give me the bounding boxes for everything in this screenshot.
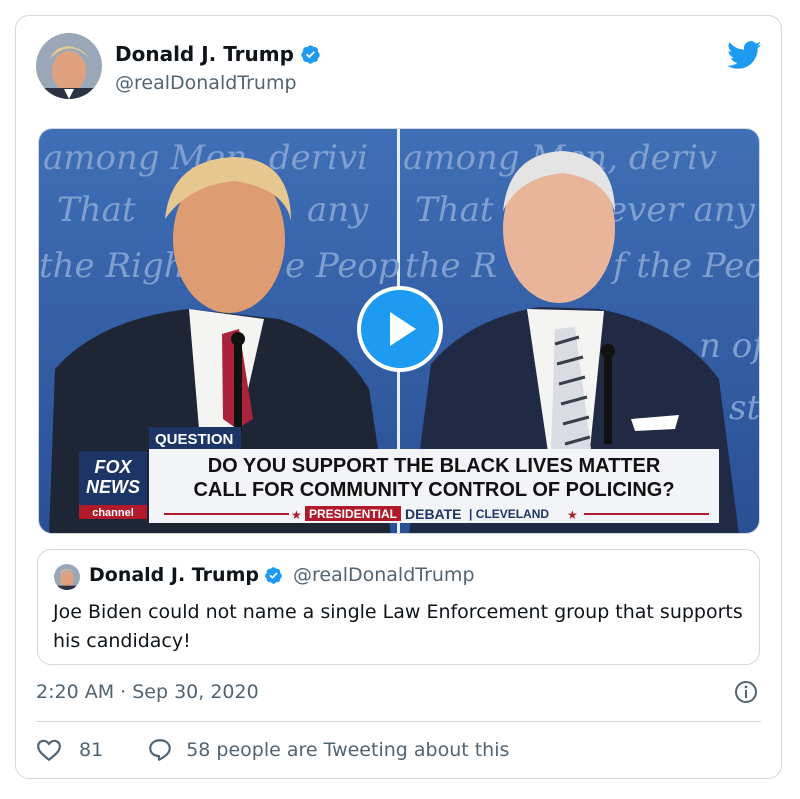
author-name[interactable]: Donald J. Trump [115, 42, 294, 66]
backdrop-text: That [57, 190, 136, 230]
reply-button[interactable]: 58 people are Tweeting about this [147, 737, 509, 763]
backdrop-text: any [307, 190, 369, 230]
network-logo-1: FOX [94, 457, 132, 477]
backdrop-text: ever any [607, 190, 756, 230]
quoted-author-handle: @realDonaldTrump [292, 564, 475, 586]
backdrop-text: the Righ [39, 246, 186, 286]
network-logo-3: channel [92, 507, 134, 519]
twitter-bird-icon[interactable] [727, 41, 762, 70]
video-player[interactable]: among Men, derivi That any the Righ e Pe… [38, 128, 760, 534]
quoted-tweet[interactable]: Donald J. Trump @realDonaldTrump Joe Bid… [37, 549, 760, 665]
quoted-author-name: Donald J. Trump [89, 564, 259, 586]
lower-third-headline-2: CALL FOR COMMUNITY CONTROL OF POLICING? [193, 479, 674, 501]
author-row: Donald J. Trump [115, 42, 321, 66]
network-logo-2: NEWS [86, 477, 140, 497]
backdrop-text: n of [699, 326, 760, 366]
info-icon[interactable] [734, 680, 758, 704]
backdrop-text: st [729, 388, 760, 428]
like-count: 81 [79, 739, 104, 761]
quoted-avatar-image [54, 564, 80, 590]
like-button[interactable]: 81 [36, 737, 103, 763]
lower-third-event-2: DEBATE [405, 506, 462, 522]
tweet-actions: 81 58 people are Tweeting about this [36, 735, 509, 765]
backdrop-text: f the Peop [610, 246, 760, 286]
backdrop-text: e Peop [285, 246, 400, 286]
verified-badge-icon [265, 566, 282, 584]
author-handle[interactable]: @realDonaldTrump [115, 72, 297, 94]
lower-third-event-1: PRESIDENTIAL [309, 507, 397, 521]
lower-third-headline-1: DO YOU SUPPORT THE BLACK LIVES MATTER [208, 455, 661, 477]
svg-text:★: ★ [567, 508, 578, 522]
speech-bubble-icon [149, 739, 172, 761]
quoted-author-row: Donald J. Trump @realDonaldTrump [89, 564, 475, 586]
heart-icon [37, 739, 61, 761]
play-button[interactable] [357, 286, 443, 372]
play-icon [390, 312, 416, 346]
reply-text: 58 people are Tweeting about this [186, 739, 510, 761]
author-avatar[interactable] [36, 33, 102, 99]
author-avatar-image [36, 33, 102, 99]
tweet-card: Donald J. Trump @realDonaldTrump among M… [15, 15, 782, 779]
lower-third-tag: QUESTION [155, 431, 233, 448]
svg-text:★: ★ [291, 508, 302, 522]
lower-third-event-3: | CLEVELAND [469, 507, 549, 521]
quoted-tweet-text: Joe Biden could not name a single Law En… [53, 601, 743, 652]
backdrop-text: That [415, 190, 494, 230]
tweet-timestamp[interactable]: 2:20 AM · Sep 30, 2020 [36, 681, 259, 703]
verified-badge-icon [301, 44, 320, 64]
divider [36, 721, 761, 722]
backdrop-text: the R [405, 246, 497, 286]
quoted-author-avatar [54, 564, 80, 590]
